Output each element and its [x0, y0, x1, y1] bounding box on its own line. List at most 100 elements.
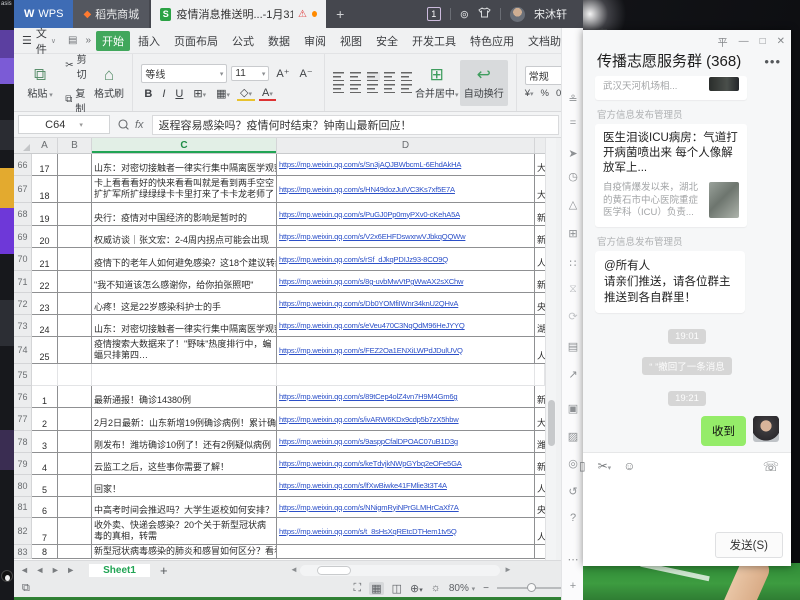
history-icon[interactable]: ↺	[562, 485, 584, 498]
borders-icon[interactable]: ⊞▾	[190, 87, 209, 100]
cell-c[interactable]: 山东：对密切接触者一律实行集中隔离医学观察	[92, 154, 277, 176]
article-link[interactable]: https://mp.weixin.qq.com/s/Db0YOMfiIWnr3…	[279, 299, 458, 308]
menu-tab-安全[interactable]: 安全	[370, 31, 404, 51]
cell-c[interactable]	[92, 364, 277, 386]
outgoing-bubble[interactable]: 收到	[701, 416, 746, 446]
fill-color-icon[interactable]: ◇▾	[237, 86, 255, 101]
archive-box-icon[interactable]: ▣	[562, 402, 584, 415]
cell-c[interactable]: 中高考时间会推迟吗？大学生返校如何安排？	[92, 497, 277, 518]
cell-b[interactable]	[58, 248, 92, 271]
copy-button[interactable]: ⧉复制	[65, 85, 93, 115]
cell-b[interactable]	[58, 176, 92, 203]
maximize-icon[interactable]: □	[760, 36, 766, 47]
cell-b[interactable]	[58, 386, 92, 408]
apps-grid-icon[interactable]: ∷	[562, 257, 584, 270]
font-size-select[interactable]: 11▾	[231, 66, 269, 81]
article-link[interactable]: https://mp.weixin.qq.com/s/89tCep4olZ4vn…	[279, 392, 457, 401]
magnifier-icon[interactable]	[118, 119, 129, 130]
row-header[interactable]: 78	[14, 431, 32, 453]
name-box[interactable]: C64▾	[18, 115, 110, 134]
clipboard-icon[interactable]: ▯	[579, 459, 586, 473]
cell-c[interactable]: 新型冠状病毒感染的肺炎和感冒如何区分？看看这几个	[92, 545, 277, 559]
menu-tab-开发工具[interactable]: 开发工具	[406, 31, 462, 51]
cell-c[interactable]: 央行：疫情对中国经济的影响是暂时的	[92, 203, 277, 226]
cell-b[interactable]	[58, 408, 92, 431]
zoom-out-icon[interactable]: −	[483, 583, 489, 594]
vertical-scrollbar[interactable]	[545, 138, 556, 560]
message-bubble[interactable]: @所有人 请亲们推送，请各位群主推送到各自群里！	[595, 251, 745, 313]
cell-b[interactable]	[58, 226, 92, 248]
cell-a[interactable]: 1	[32, 386, 58, 408]
cell-b[interactable]	[58, 453, 92, 475]
normal-view-icon[interactable]: ▦	[369, 582, 383, 595]
article-link[interactable]: https://mp.weixin.qq.com/s/HN49dozJuIVC3…	[279, 185, 455, 194]
column-header-b[interactable]: B	[58, 138, 92, 153]
cell-c[interactable]: "我不知道该怎么感谢你，给你拍张照吧"	[92, 271, 277, 293]
message-count-badge[interactable]: 1	[427, 7, 441, 21]
cell-c[interactable]: 刚发布！潍坊确诊10例了！还有2例疑似病例	[92, 431, 277, 453]
emoji-icon[interactable]: ☺	[623, 459, 635, 473]
cell-b[interactable]	[58, 203, 92, 226]
clock-icon[interactable]: ◷	[562, 170, 584, 183]
cell-e[interactable]: 大	[535, 154, 545, 176]
vertical-scroll-thumb[interactable]	[548, 400, 555, 446]
qq-icon[interactable]	[1, 570, 13, 582]
cell-a[interactable]: 23	[32, 293, 58, 315]
cell-e[interactable]: 潍	[535, 431, 545, 453]
row-header[interactable]: 74	[14, 337, 32, 364]
cell-d[interactable]: https://mp.weixin.qq.com/s/PuGJ0Pp0myPXv…	[277, 203, 535, 226]
article-link[interactable]: https://mp.weixin.qq.com/s/rSf_dJkqPDIJz…	[279, 255, 448, 264]
column-header-a[interactable]: A	[32, 138, 58, 153]
article-link[interactable]: https://mp.weixin.qq.com/s/9asppCfalDPOA…	[279, 437, 458, 446]
cell-d[interactable]	[277, 364, 535, 386]
align-middle-icon[interactable]	[350, 72, 363, 81]
cell-d[interactable]: https://mp.weixin.qq.com/s/lfXwBiwke41FM…	[277, 475, 535, 497]
cell-a[interactable]: 2	[32, 408, 58, 431]
cell-c[interactable]: 疫情下的老年人如何避免感染？这18个建议转给爸妈看	[92, 248, 277, 271]
avatar[interactable]	[753, 416, 779, 442]
menu-tab-插入[interactable]: 插入	[132, 31, 166, 51]
row-header[interactable]: 80	[14, 475, 32, 497]
zoom-slider-thumb[interactable]	[527, 583, 536, 592]
article-link[interactable]: https://mp.weixin.qq.com/s/NNigmRyiNPrGL…	[279, 503, 459, 512]
row-header[interactable]: 77	[14, 408, 32, 431]
cell-e[interactable]: 新	[535, 203, 545, 226]
row-header[interactable]: 68	[14, 203, 32, 226]
cell-a[interactable]: 8	[32, 545, 58, 559]
cell-c[interactable]: 最新通报！确诊14380例	[92, 386, 277, 408]
article-link[interactable]: https://mp.weixin.qq.com/s/lfXwBiwke41FM…	[279, 481, 447, 490]
sheet-nav-arrows[interactable]: ◄ ◄ ► ►	[20, 565, 77, 575]
cell-e[interactable]: 新	[535, 453, 545, 475]
skin-shirt-icon[interactable]	[478, 7, 491, 21]
row-header[interactable]: 70	[14, 248, 32, 271]
cell-a[interactable]: 25	[32, 337, 58, 364]
cell-d[interactable]: https://mp.weixin.qq.com/s/t_8sHsXqREtcD…	[277, 518, 535, 545]
cell-a[interactable]: 24	[32, 315, 58, 337]
row-header[interactable]: 73	[14, 315, 32, 337]
row-header[interactable]: 67	[14, 176, 32, 203]
cell-b[interactable]	[58, 271, 92, 293]
article-link[interactable]: https://mp.weixin.qq.com/s/eVeu470C3NqQd…	[279, 321, 465, 330]
cell-a[interactable]: 22	[32, 271, 58, 293]
cell-a[interactable]: 20	[32, 226, 58, 248]
cell-b[interactable]	[58, 475, 92, 497]
align-left-icon[interactable]	[333, 84, 346, 93]
menu-tab-审阅[interactable]: 审阅	[298, 31, 332, 51]
cell-c[interactable]: 疫情搜索大数据来了！"野味"热度排行中，蝙蝠只排第四…	[92, 337, 277, 364]
cell-e[interactable]: 人	[535, 475, 545, 497]
cell-a[interactable]: 7	[32, 518, 58, 545]
cell-c[interactable]: 权威访谈｜张文宏：2-4周内拐点可能会出现	[92, 226, 277, 248]
fullscreen-icon[interactable]: ⛶	[354, 582, 362, 595]
image-icon[interactable]: ▨	[562, 430, 584, 443]
user-avatar[interactable]	[510, 7, 525, 22]
message-card-clipped[interactable]: 武汉天河机场相...	[595, 76, 747, 100]
zoom-level[interactable]: 80% ▾	[449, 583, 475, 594]
cell-e[interactable]	[535, 545, 545, 559]
table-icon[interactable]: ⊞	[562, 227, 584, 240]
more-dots-icon[interactable]: ⋯	[562, 553, 584, 566]
font-name-select[interactable]: 等线▾	[141, 64, 227, 83]
user-name[interactable]: 宋沐轩	[534, 6, 567, 22]
cell-b[interactable]	[58, 364, 92, 386]
row-header[interactable]: 72	[14, 293, 32, 315]
cell-d[interactable]	[277, 545, 535, 559]
